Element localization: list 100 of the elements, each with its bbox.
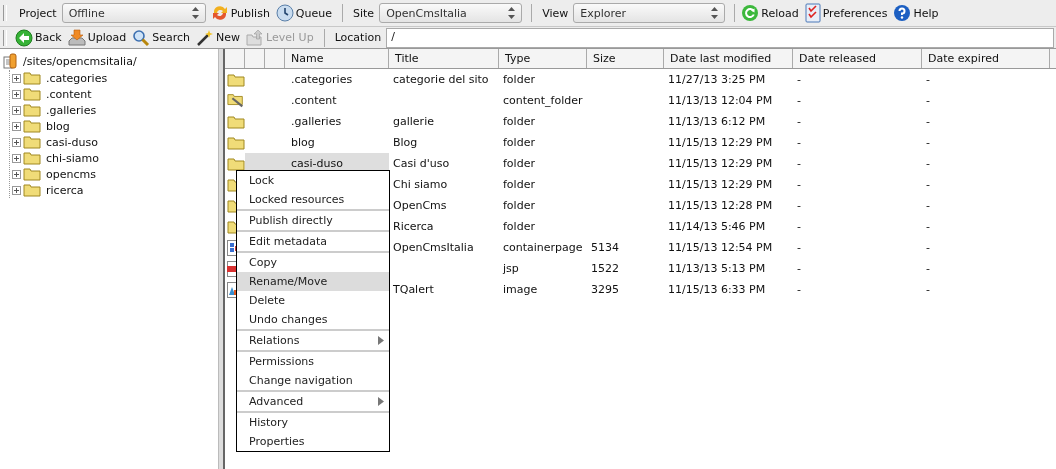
tree-item[interactable]: .content <box>41 87 92 101</box>
table-cell-text: 1522 <box>590 262 620 275</box>
tree-toggle-icon[interactable] <box>12 153 21 163</box>
help-icon <box>893 4 912 22</box>
toolbar-button[interactable]: Back <box>14 28 66 47</box>
tree-item[interactable]: .categories <box>41 71 108 85</box>
menu-item[interactable]: Change navigation <box>237 371 389 390</box>
menu-item[interactable]: Rename/Move <box>237 272 389 291</box>
dropdown[interactable]: OpenCmsItalia <box>379 3 523 23</box>
menu-item[interactable]: Locked resources <box>237 190 389 209</box>
folder-icon <box>227 114 245 129</box>
table-cell-text: content_folder <box>502 94 584 107</box>
toolbar-label: Location <box>333 31 383 44</box>
menu-item[interactable]: Properties <box>237 432 389 451</box>
menu-item[interactable]: Undo changes <box>237 310 389 329</box>
dropdown[interactable]: Explorer <box>573 3 726 23</box>
column-header[interactable]: Date last modified <box>664 49 793 68</box>
menu-item[interactable]: Relations <box>237 331 389 350</box>
tree-item[interactable]: ricerca <box>41 183 84 197</box>
menu-item[interactable]: Delete <box>237 291 389 310</box>
table-cell-text: TQalert <box>392 283 435 296</box>
name-cell[interactable]: .galleries <box>245 111 389 132</box>
column-header[interactable]: Title <box>389 49 499 68</box>
tree-toggle-icon[interactable] <box>12 89 21 99</box>
toolbar-button[interactable]: Search <box>131 28 195 47</box>
folder-icon <box>23 151 41 165</box>
tree-toggle-icon[interactable] <box>12 169 21 179</box>
table-cell-text: containerpage <box>502 241 584 254</box>
table-cell-text: - <box>796 199 802 212</box>
table-cell-text: - <box>796 136 802 149</box>
tree-root-label[interactable]: /sites/opencmsitalia/ <box>23 54 137 68</box>
table-cell-text: - <box>925 283 931 296</box>
folder-icon <box>23 183 41 197</box>
menu-item[interactable]: Copy <box>237 253 389 272</box>
back-icon <box>15 28 33 47</box>
folder-icon <box>227 135 245 150</box>
name-cell[interactable]: .content <box>245 90 389 111</box>
name-cell[interactable]: blog <box>245 132 389 153</box>
menu-item[interactable]: Advanced <box>237 392 389 411</box>
tree-toggle-icon[interactable] <box>12 105 21 115</box>
toolbar-label: Site <box>352 6 376 20</box>
site-icon <box>3 53 17 69</box>
tray-arrow-icon <box>67 28 86 47</box>
spinner-arrows-icon <box>508 7 516 19</box>
column-header[interactable]: Name <box>285 49 389 68</box>
table-cell-text: Blog <box>392 136 419 149</box>
pane-splitter[interactable] <box>218 49 225 469</box>
folder-icon <box>23 103 41 117</box>
tree-item[interactable]: opencms <box>41 167 96 181</box>
menu-item[interactable]: Edit metadata <box>237 232 389 251</box>
tree-toggle-icon[interactable] <box>12 185 21 195</box>
submenu-arrow-icon <box>378 336 384 345</box>
toolbar-button[interactable]: Reload <box>740 4 803 22</box>
table-cell-text: 11/13/13 5:13 PM <box>667 262 767 275</box>
dropdown[interactable]: Offline <box>61 3 206 23</box>
column-header[interactable]: Type <box>499 49 587 68</box>
tree-toggle-icon[interactable] <box>12 121 21 131</box>
toolbar-button[interactable]: Preferences <box>803 3 892 23</box>
magic-wand-icon <box>196 28 215 47</box>
table-cell-text: folder <box>502 73 536 86</box>
table-cell-text: - <box>925 136 931 149</box>
table-cell-text: 11/13/13 6:12 PM <box>667 115 767 128</box>
table-cell-text: categorie del sito <box>392 73 490 86</box>
spinner-arrows-icon <box>191 7 199 19</box>
menu-item[interactable]: Lock <box>237 171 389 190</box>
toolbar-button[interactable]: Upload <box>66 28 131 47</box>
tree-item[interactable]: .galleries <box>41 103 97 117</box>
menu-item[interactable]: Publish directly <box>237 211 389 230</box>
column-header[interactable]: Size <box>587 49 664 68</box>
tree-toggle-icon[interactable] <box>12 73 21 83</box>
table-cell-text: folder <box>502 115 536 128</box>
table-cell-text: - <box>796 157 802 170</box>
column-header[interactable]: Date released <box>793 49 922 68</box>
toolbar-button[interactable]: Help <box>892 4 943 22</box>
menu-item[interactable]: History <box>237 413 389 432</box>
table-cell-text: 11/15/13 12:28 PM <box>667 199 774 212</box>
location-field[interactable]: / <box>386 27 1054 48</box>
tree-item[interactable]: blog <box>41 119 70 133</box>
name-cell[interactable]: .categories <box>245 69 389 90</box>
table-cell-text: folder <box>502 178 536 191</box>
table-cell-text: - <box>925 94 931 107</box>
table-cell-text: 11/15/13 12:29 PM <box>667 136 774 149</box>
toolbar-button[interactable]: Publish <box>209 4 274 22</box>
tree-toggle-icon[interactable] <box>12 137 21 147</box>
table-cell-text: - <box>796 115 802 128</box>
tree-item[interactable]: chi-siamo <box>41 151 100 165</box>
table-cell-text: Ricerca <box>392 220 435 233</box>
submenu-arrow-icon <box>378 397 384 406</box>
menu-item[interactable]: Permissions <box>237 352 389 371</box>
table-cell-text: - <box>796 73 802 86</box>
toolbar-label: View <box>541 6 570 20</box>
tree-item[interactable]: casi-duso <box>41 135 98 149</box>
column-header[interactable]: Date expired <box>922 49 1050 68</box>
toolbar-button[interactable]: Queue <box>274 4 336 22</box>
circular-arrows-icon <box>210 4 229 22</box>
folder-icon <box>227 156 245 171</box>
toolbar-button[interactable]: New <box>195 28 245 47</box>
folder-icon <box>23 119 41 133</box>
table-cell-text: - <box>925 199 931 212</box>
table-cell-text: Chi siamo <box>392 178 449 191</box>
